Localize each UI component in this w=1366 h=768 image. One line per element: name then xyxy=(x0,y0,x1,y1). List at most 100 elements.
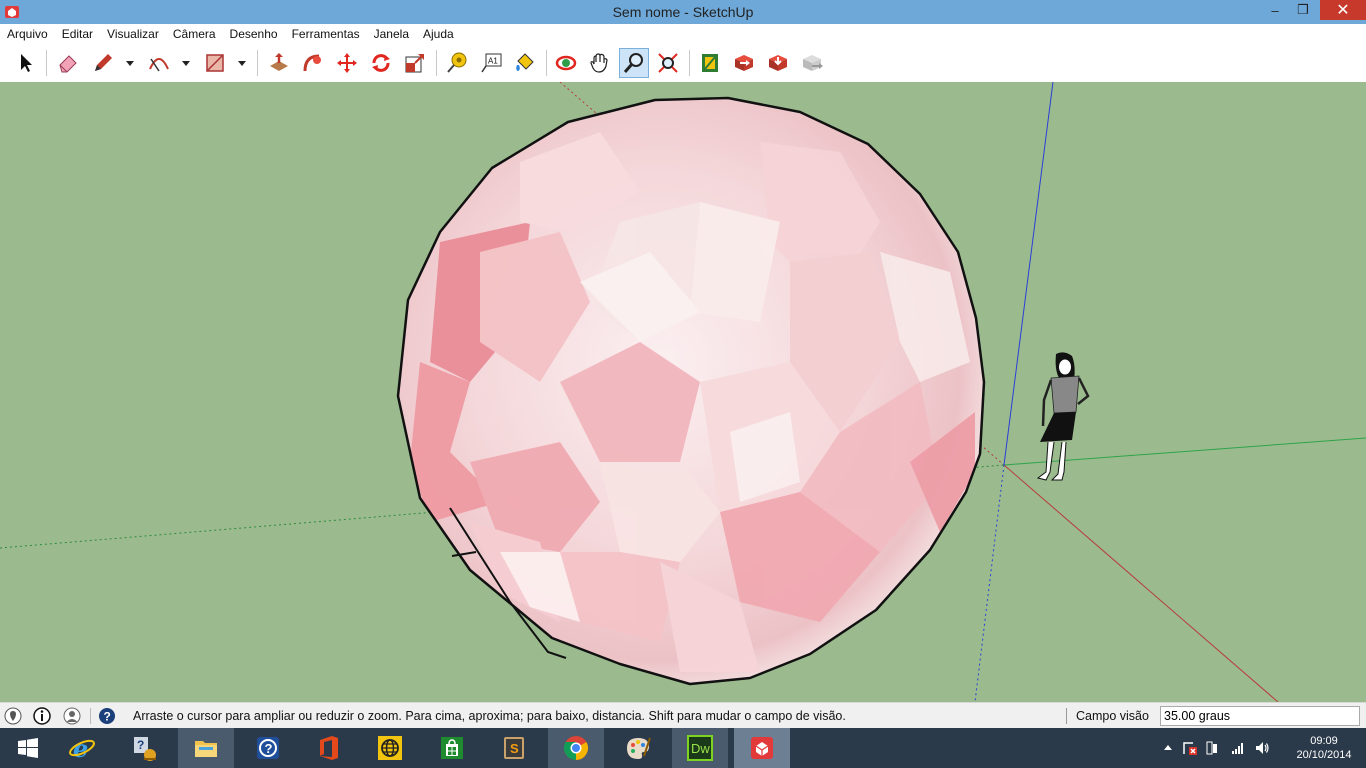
menu-bar: Arquivo Editar Visualizar Câmera Desenho… xyxy=(0,24,1366,44)
window-title: Sem nome - SketchUp xyxy=(612,4,754,20)
scene-canvas xyxy=(0,82,1366,702)
text-tool-icon[interactable]: A1 xyxy=(476,48,506,78)
svg-text:?: ? xyxy=(137,738,144,752)
sketchup-icon xyxy=(751,737,773,759)
warehouse-icon[interactable] xyxy=(695,48,725,78)
menu-camera[interactable]: Câmera xyxy=(166,24,223,44)
toolbar-separator xyxy=(257,50,258,76)
rectangle-tool-icon[interactable] xyxy=(200,48,230,78)
clock-time: 09:09 xyxy=(1310,735,1338,747)
globe-icon xyxy=(378,736,402,760)
measurements-label: Campo visão xyxy=(1076,709,1149,723)
help-desk-icon: ? xyxy=(134,737,156,761)
menu-editar[interactable]: Editar xyxy=(55,24,100,44)
toolbar-separator xyxy=(46,50,47,76)
arc-dropdown-icon[interactable] xyxy=(181,58,191,68)
menu-desenho[interactable]: Desenho xyxy=(223,24,285,44)
extension-warehouse-icon[interactable] xyxy=(797,48,827,78)
taskbar-help[interactable]: ? xyxy=(240,728,296,768)
system-clock[interactable]: 09:09 20/10/2014 xyxy=(1286,734,1362,762)
taskbar-globe-app[interactable] xyxy=(362,728,418,768)
taskbar-paint[interactable] xyxy=(610,728,666,768)
axis-blue xyxy=(974,82,1054,702)
account-icon[interactable] xyxy=(63,707,81,725)
toolbar-separator xyxy=(546,50,547,76)
pencil-tool-icon[interactable] xyxy=(88,48,118,78)
office-icon xyxy=(320,736,338,760)
measurements-input[interactable] xyxy=(1160,706,1360,726)
scale-figure-person[interactable] xyxy=(1036,352,1090,481)
svg-text:A1: A1 xyxy=(488,57,498,66)
tray-expand-icon[interactable] xyxy=(1160,740,1176,756)
tape-measure-tool-icon[interactable] xyxy=(442,48,472,78)
share-model-icon[interactable] xyxy=(729,48,759,78)
rotate-tool-icon[interactable] xyxy=(366,48,396,78)
menu-janela[interactable]: Janela xyxy=(367,24,416,44)
menu-ferramentas[interactable]: Ferramentas xyxy=(285,24,367,44)
taskbar-sublime[interactable]: S xyxy=(486,728,542,768)
status-separator xyxy=(1066,708,1067,724)
svg-text:?: ? xyxy=(104,710,111,724)
scale-tool-icon[interactable] xyxy=(400,48,430,78)
geo-location-icon[interactable] xyxy=(4,707,22,725)
menu-arquivo[interactable]: Arquivo xyxy=(0,24,55,44)
status-bar: ? Arraste o cursor para ampliar ou reduz… xyxy=(0,702,1366,729)
arc-tool-icon[interactable] xyxy=(144,48,174,78)
push-pull-tool-icon[interactable] xyxy=(264,48,294,78)
textured-sphere[interactable] xyxy=(396,96,986,686)
dreamweaver-label: Dw xyxy=(691,741,710,756)
eraser-tool-icon[interactable] xyxy=(53,48,83,78)
zoom-extents-tool-icon[interactable] xyxy=(653,48,683,78)
title-bar: Sem nome - SketchUp – ❒ ✕ xyxy=(0,0,1366,24)
power-icon[interactable] xyxy=(1204,740,1220,756)
taskbar-help-desk[interactable]: ? xyxy=(116,728,172,768)
3d-viewport[interactable] xyxy=(0,82,1366,702)
chrome-icon xyxy=(563,736,589,760)
windows-taskbar: e ? ? S Dw 09:09 20/10/2014 xyxy=(0,728,1366,768)
start-button[interactable] xyxy=(0,728,56,768)
credits-info-icon[interactable] xyxy=(33,707,51,725)
paint-palette-icon xyxy=(627,737,651,759)
menu-ajuda[interactable]: Ajuda xyxy=(416,24,461,44)
taskbar-chrome[interactable] xyxy=(548,728,604,768)
volume-icon[interactable] xyxy=(1254,740,1270,756)
status-message: Arraste o cursor para ampliar ou reduzir… xyxy=(133,709,846,723)
dreamweaver-icon: Dw xyxy=(687,735,713,761)
pencil-dropdown-icon[interactable] xyxy=(125,58,135,68)
close-button[interactable]: ✕ xyxy=(1320,0,1366,20)
taskbar-internet-explorer[interactable]: e xyxy=(54,728,110,768)
action-center-icon[interactable] xyxy=(1182,740,1198,756)
store-icon xyxy=(441,737,463,759)
main-toolbar: A1 xyxy=(0,44,1366,83)
orbit-tool-icon[interactable] xyxy=(551,48,581,78)
taskbar-office[interactable] xyxy=(300,728,356,768)
internet-explorer-icon: e xyxy=(69,734,95,762)
move-tool-icon[interactable] xyxy=(332,48,362,78)
help-circle-icon: ? xyxy=(257,737,279,759)
folder-icon xyxy=(195,741,217,757)
windows-logo-icon xyxy=(18,738,38,758)
status-separator xyxy=(90,708,91,724)
rectangle-dropdown-icon[interactable] xyxy=(237,58,247,68)
taskbar-sketchup[interactable] xyxy=(734,728,790,768)
minimize-button[interactable]: – xyxy=(1262,0,1288,20)
menu-visualizar[interactable]: Visualizar xyxy=(100,24,166,44)
paint-bucket-tool-icon[interactable] xyxy=(510,48,540,78)
get-models-icon[interactable] xyxy=(763,48,793,78)
taskbar-dreamweaver[interactable]: Dw xyxy=(672,728,728,768)
network-signal-icon[interactable] xyxy=(1230,740,1246,756)
taskbar-file-explorer[interactable] xyxy=(178,728,234,768)
svg-text:S: S xyxy=(510,741,519,756)
svg-text:e: e xyxy=(73,734,88,762)
select-tool-icon[interactable] xyxy=(11,48,41,78)
instructor-help-icon[interactable]: ? xyxy=(98,707,116,725)
follow-me-tool-icon[interactable] xyxy=(298,48,328,78)
sublime-icon: S xyxy=(504,737,524,759)
pan-tool-icon[interactable] xyxy=(585,48,615,78)
toolbar-separator xyxy=(689,50,690,76)
maximize-button[interactable]: ❒ xyxy=(1290,0,1316,20)
toolbar-separator xyxy=(436,50,437,76)
svg-text:?: ? xyxy=(265,741,273,756)
taskbar-store[interactable] xyxy=(424,728,480,768)
zoom-tool-icon[interactable] xyxy=(619,48,649,78)
